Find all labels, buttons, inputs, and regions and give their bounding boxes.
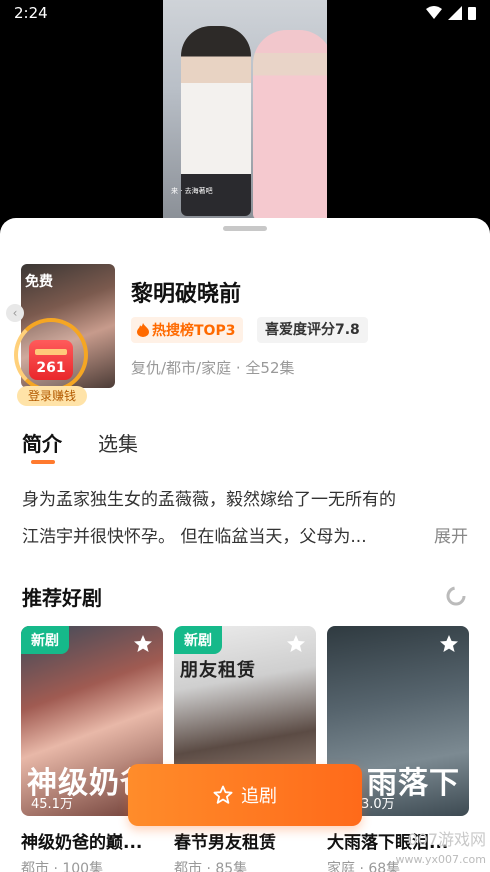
card-1-meta: 都市 · 100集 [21, 861, 104, 872]
tab-episodes[interactable]: 选集 [98, 428, 138, 457]
drama-title: 黎明破晓前 [131, 282, 242, 307]
hot-rank-label: 热搜榜TOP3 [152, 323, 236, 339]
watermark: 007游戏网 www.yx007.com [396, 830, 486, 870]
watermark-main: 007游戏网 [407, 830, 486, 849]
card-2-title[interactable]: 春节男友租赁 [174, 828, 320, 853]
red-envelope-icon[interactable]: 261 [29, 340, 73, 380]
recommend-title: 推荐好剧 [22, 586, 102, 610]
status-bar: 2:24 [0, 0, 490, 28]
star-icon[interactable] [133, 634, 153, 654]
status-time: 2:24 [14, 4, 48, 22]
expand-button[interactable]: 展开 [434, 519, 468, 556]
video-player[interactable]: 来 · 去海著吧 [163, 0, 327, 222]
follow-label: 追剧 [241, 786, 277, 807]
description-line-2: 江浩宇并很快怀孕。 但在临盆当天，父母为... [22, 527, 367, 547]
video-caption: 来 · 去海著吧 [171, 187, 213, 195]
card-1-title[interactable]: 神级奶爸的巅... [21, 828, 167, 853]
view-count: 45.1万 [31, 797, 73, 812]
watermark-url: www.yx007.com [395, 853, 486, 866]
star-icon[interactable] [286, 634, 306, 654]
chevron-left-icon[interactable]: ‹ [6, 304, 24, 322]
card-2-meta: 都市 · 85集 [174, 861, 248, 872]
new-badge: 新剧 [21, 626, 69, 654]
drama-meta: 复仇/都市/家庭 · 全52集 [131, 359, 295, 377]
free-badge: 免费 [25, 274, 53, 290]
tab-intro[interactable]: 简介 [22, 428, 62, 457]
description: 身为孟家独生女的孟薇薇，毅然嫁给了一无所有的 江浩宇并很快怀孕。 但在临盆当天，… [22, 482, 468, 556]
view-count: 3.0万 [361, 797, 395, 812]
sheet-handle[interactable] [223, 226, 267, 231]
star-outline-icon [213, 785, 233, 804]
tab-indicator [31, 460, 55, 464]
login-earn-button[interactable]: 登录赚钱 [17, 386, 87, 406]
new-badge: 新剧 [174, 626, 222, 654]
rating-tag: 喜爱度评分7.8 [257, 317, 368, 343]
coin-count: 261 [36, 360, 66, 376]
wifi-icon [426, 6, 442, 19]
flame-icon [137, 323, 149, 337]
follow-button[interactable]: 追剧 [128, 764, 362, 826]
video-actor-nurse [253, 30, 327, 220]
status-icons [426, 6, 476, 20]
cover-text: 朋友租赁 [180, 660, 256, 681]
battery-icon [468, 7, 476, 20]
card-3-meta: 家庭 · 68集 [327, 861, 401, 872]
hot-rank-tag[interactable]: 热搜榜TOP3 [131, 317, 244, 343]
star-icon[interactable] [439, 634, 459, 654]
refresh-icon[interactable] [445, 585, 467, 607]
detail-sheet: 免费 ‹ 261 登录赚钱 黎明破晓前 热搜榜TOP3 喜爱度评分7.8 复仇/… [0, 218, 490, 872]
description-line-1: 身为孟家独生女的孟薇薇，毅然嫁给了一无所有的 [22, 490, 396, 510]
signal-icon [448, 6, 462, 20]
